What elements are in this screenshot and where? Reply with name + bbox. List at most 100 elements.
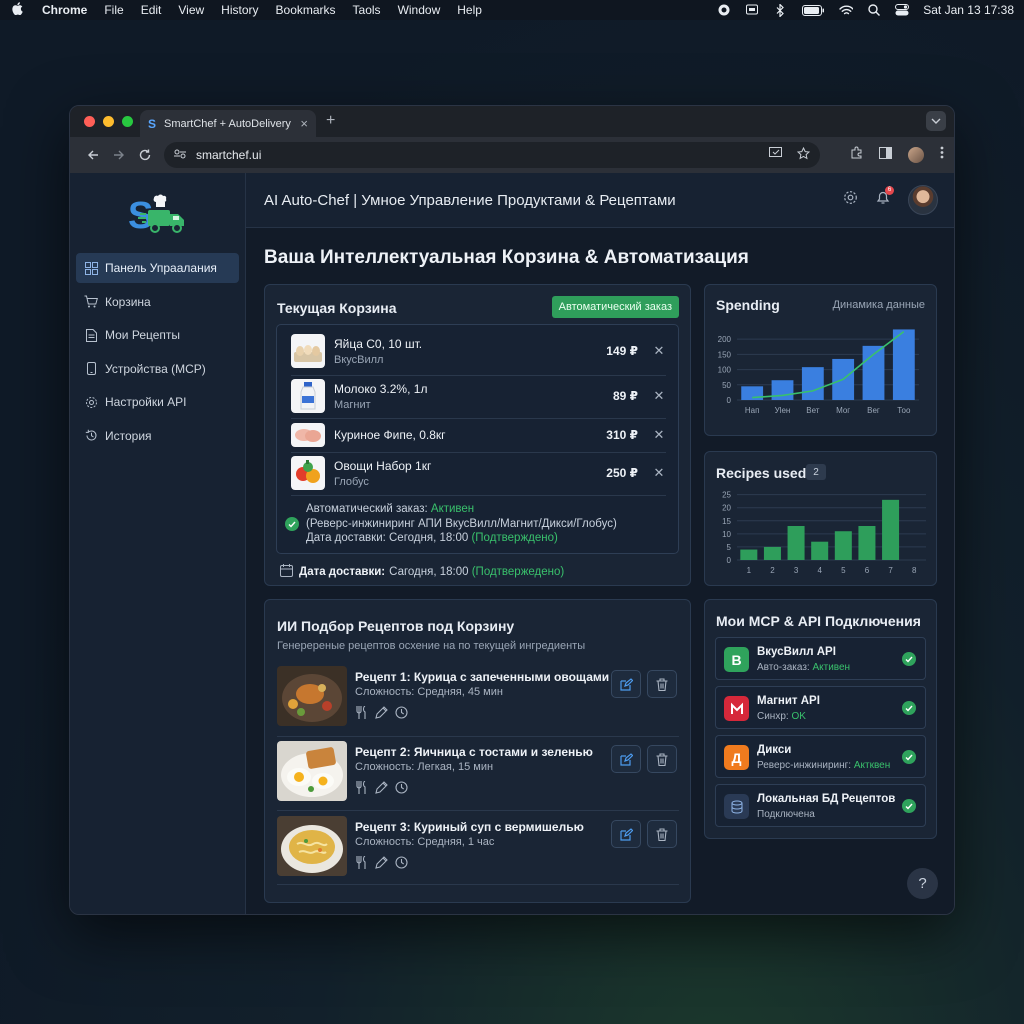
cast-icon[interactable] <box>769 147 783 163</box>
edit-recipe-button[interactable] <box>611 745 641 773</box>
menu-history[interactable]: History <box>221 3 258 17</box>
sidebar-item-api-settings[interactable]: Настройки API <box>76 387 239 417</box>
menu-tools[interactable]: Taols <box>353 3 381 17</box>
spending-chart: 0 50 100 150 200 Нап Уlен Вет Мог Вег Тоо <box>718 329 919 415</box>
y-tick-label: 15 <box>722 517 731 526</box>
menu-view[interactable]: View <box>178 3 204 17</box>
cart-item-price: 310 ₽ <box>606 428 638 442</box>
ai-recipes-title: ИИ Подбор Рецептов под Корзину <box>277 618 515 634</box>
menu-file[interactable]: File <box>104 3 123 17</box>
recipe-title: Рецепт 3: Куриный суп с вермишелью <box>355 820 584 834</box>
browser-tab[interactable]: S SmartChef + AutoDelivery × <box>140 110 316 137</box>
apple-icon[interactable] <box>10 2 24 18</box>
recipes-used-card: Recipes used 2 0 5 10 15 20 25 1 2 3 4 5 6 7 8 <box>704 451 937 586</box>
menu-chrome[interactable]: Chrome <box>42 3 87 17</box>
database-icon <box>724 794 749 819</box>
sidebar-item-history[interactable]: История <box>76 421 239 451</box>
sidebar-item-label: История <box>105 428 152 443</box>
recipe-item[interactable]: Рецепт 1: Курица с запеченными овощами С… <box>277 666 679 728</box>
side-panel-icon[interactable] <box>879 146 892 164</box>
menubar-clock[interactable]: Sat Jan 13 17:38 <box>923 3 1014 17</box>
cart-item: Куриное Фипе, 0.8кг 310 ₽ ✕ <box>291 423 666 447</box>
maximize-window-button[interactable] <box>122 116 133 127</box>
address-bar[interactable]: smartchef.ui <box>164 142 820 168</box>
ai-recipes-card: ИИ Подбор Рецептов под Корзину Генеререн… <box>264 599 691 903</box>
reload-icon[interactable] <box>132 149 158 161</box>
menu-bookmarks[interactable]: Bookmarks <box>276 3 336 17</box>
url-text: smartchef.ui <box>196 148 262 162</box>
remove-item-icon[interactable]: ✕ <box>652 465 666 481</box>
connection-name: ВкусВилл API <box>757 646 836 658</box>
tab-title: SmartChef + AutoDelivery <box>164 117 291 130</box>
recipes-used-chart: 0 5 10 15 20 25 1 2 3 4 5 6 7 8 <box>722 491 926 575</box>
wifi-icon[interactable] <box>839 3 854 17</box>
auto-order-badge[interactable]: Автоматический заказ <box>551 296 679 318</box>
pen-icon <box>375 781 388 799</box>
tab-search-icon[interactable] <box>926 111 946 131</box>
sidebar-item-devices[interactable]: Устройства (МСР) <box>76 354 239 384</box>
menu-window[interactable]: Window <box>398 3 441 17</box>
display-icon[interactable] <box>745 3 759 17</box>
app-header-title: AI Auto-Chef | Умное Управление Продукта… <box>264 191 676 209</box>
sidebar-item-cart[interactable]: Корзина <box>76 287 239 317</box>
record-icon[interactable] <box>717 3 731 17</box>
auto-order-delivery: Дата доставки: Сегодня, 18:00 <box>306 532 469 544</box>
control-center-icon[interactable] <box>895 3 910 17</box>
profile-avatar[interactable] <box>908 147 924 163</box>
delete-recipe-button[interactable] <box>647 745 677 773</box>
settings-gear-icon[interactable] <box>843 190 858 210</box>
sidebar-item-recipes[interactable]: Мои Рецепты <box>76 320 239 350</box>
connection-local-db[interactable]: Локальная БД Рецептов Подключена <box>715 784 926 827</box>
spending-card: Spending Динамика данные 0 50 100 150 200 Нап… <box>704 284 937 436</box>
delete-recipe-button[interactable] <box>647 820 677 848</box>
auto-order-value: Активен <box>430 503 475 515</box>
x-tick-label: Уlен <box>775 406 791 415</box>
notifications-bell-icon[interactable]: 6 <box>876 186 894 210</box>
recipe-item[interactable]: Рецепт 2: Яичница с тостами и зеленью Сл… <box>277 741 679 803</box>
check-circle-icon <box>902 652 916 666</box>
remove-item-icon[interactable]: ✕ <box>652 388 666 404</box>
app-logo[interactable]: S <box>70 173 245 253</box>
cart-item-price: 250 ₽ <box>606 466 638 480</box>
help-button[interactable]: ? <box>907 868 938 899</box>
divider <box>277 884 679 885</box>
search-icon[interactable] <box>867 3 881 17</box>
menu-help[interactable]: Help <box>457 3 482 17</box>
chart-bar <box>801 367 824 400</box>
delete-recipe-button[interactable] <box>647 670 677 698</box>
auto-order-detail: (Реверс-инжиниринг АПИ ВкусВилл/Магнит/Д… <box>306 517 617 530</box>
new-tab-icon[interactable]: + <box>326 112 335 130</box>
vegetables-image <box>291 456 325 490</box>
grid-icon <box>84 261 98 275</box>
remove-item-icon[interactable]: ✕ <box>652 343 666 359</box>
utensils-icon <box>355 705 368 724</box>
extensions-icon[interactable] <box>850 146 863 164</box>
user-avatar[interactable] <box>908 185 938 215</box>
close-window-button[interactable] <box>84 116 95 127</box>
connection-vkusvill[interactable]: В ВкусВилл API Авто-заказ: Активен <box>715 637 926 680</box>
remove-item-icon[interactable]: ✕ <box>652 427 666 443</box>
sidebar-item-dashboard[interactable]: Панель Упраалания <box>76 253 239 283</box>
connection-dixi[interactable]: Д Дикси Реверс-инжиниринг: Актквен <box>715 735 926 778</box>
minimize-window-button[interactable] <box>103 116 114 127</box>
connection-magnit[interactable]: Магнит API Синхр: OK <box>715 686 926 729</box>
bluetooth-icon[interactable] <box>773 3 787 17</box>
browser-menu-icon[interactable] <box>940 146 944 164</box>
browser-window: S SmartChef + AutoDelivery × + smartchef… <box>69 105 955 915</box>
connection-status: Авто-заказ: Активен <box>757 662 851 673</box>
site-info-icon[interactable] <box>174 148 186 162</box>
recipe-item[interactable]: Рецепт 3: Куриный суп с вермишелью Сложн… <box>277 816 679 878</box>
vkusvill-logo-icon: В <box>724 647 749 672</box>
edit-recipe-button[interactable] <box>611 820 641 848</box>
forward-icon[interactable] <box>106 149 132 161</box>
back-icon[interactable] <box>80 149 106 161</box>
toolbar: smartchef.ui <box>70 137 954 173</box>
recipe-title: Рецепт 2: Яичница с тостами и зеленью <box>355 745 593 759</box>
bookmark-star-icon[interactable] <box>796 146 811 163</box>
battery-icon[interactable] <box>801 3 825 17</box>
phone-icon <box>84 362 98 376</box>
cart-item-name: Молоко 3.2%, 1л <box>334 381 428 396</box>
edit-recipe-button[interactable] <box>611 670 641 698</box>
close-tab-icon[interactable]: × <box>300 116 308 131</box>
menu-edit[interactable]: Edit <box>141 3 162 17</box>
